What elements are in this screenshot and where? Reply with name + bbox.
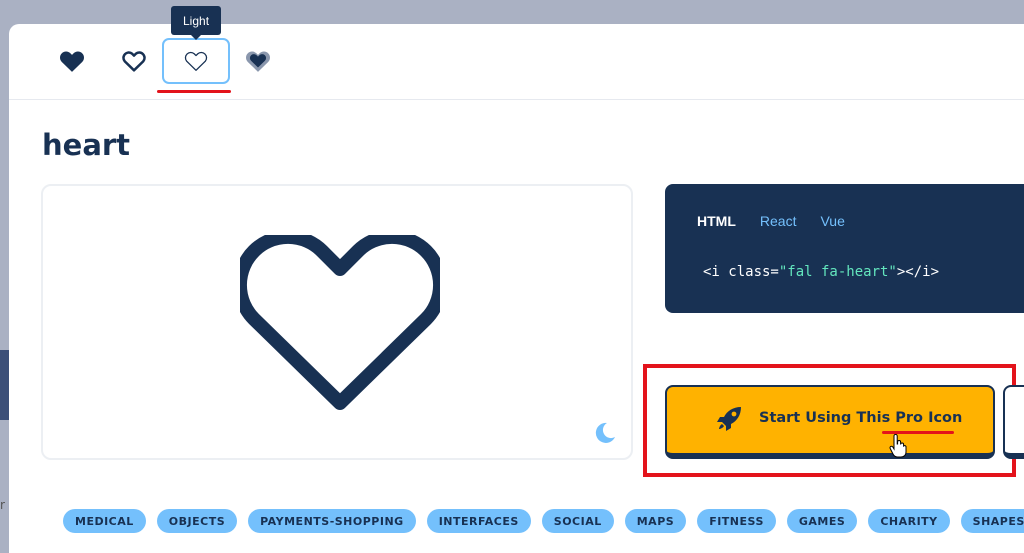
code-snippet[interactable]: <i class="fal fa-heart"></i> xyxy=(703,264,939,280)
tab-vue[interactable]: Vue xyxy=(820,213,844,229)
background-panel-strip xyxy=(0,350,9,420)
style-tooltip: Light xyxy=(171,6,222,40)
moon-icon[interactable] xyxy=(593,421,617,445)
style-highlight-underline xyxy=(157,90,231,93)
tag-fitness[interactable]: FITNESS xyxy=(697,509,776,533)
heart-solid-icon xyxy=(60,51,84,72)
heart-light-icon xyxy=(240,235,440,410)
icon-detail-modal: heart HTML React Vue <i class="fal fa-he… xyxy=(9,24,1024,553)
tag-objects[interactable]: OBJECTS xyxy=(156,509,238,533)
heart-duotone-icon xyxy=(246,51,270,72)
category-tags: MEDICAL OBJECTS PAYMENTS-SHOPPING INTERF… xyxy=(63,509,1024,533)
heart-light-icon xyxy=(184,51,208,71)
start-using-pro-icon-button[interactable]: Start Using This Pro Icon xyxy=(665,385,995,459)
code-snippet-close: ></i> xyxy=(896,264,940,280)
icon-title: heart xyxy=(42,128,131,162)
tag-payments-shopping[interactable]: PAYMENTS-SHOPPING xyxy=(248,509,416,533)
tag-charity[interactable]: CHARITY xyxy=(868,509,950,533)
style-button-regular[interactable] xyxy=(100,38,168,84)
style-switcher xyxy=(9,24,1024,100)
tag-social[interactable]: SOCIAL xyxy=(541,509,614,533)
tag-maps[interactable]: MAPS xyxy=(624,509,687,533)
tag-medical[interactable]: MEDICAL xyxy=(63,509,146,533)
cta-label: Start Using This Pro Icon xyxy=(759,410,963,426)
background-text-fragment: r xyxy=(0,498,5,512)
tag-games[interactable]: GAMES xyxy=(786,509,858,533)
tab-react[interactable]: React xyxy=(760,213,797,229)
code-tabs: HTML React Vue xyxy=(697,213,845,229)
heart-regular-icon xyxy=(122,51,146,72)
tag-shapes[interactable]: SHAPES xyxy=(960,509,1024,533)
code-snippet-open: <i class= xyxy=(703,264,779,280)
tab-html[interactable]: HTML xyxy=(697,213,736,229)
style-button-duotone[interactable] xyxy=(224,38,292,84)
style-button-light[interactable] xyxy=(162,38,230,84)
code-snippet-class: "fal fa-heart" xyxy=(778,264,897,280)
hand-pointer-cursor-icon xyxy=(889,434,907,458)
code-snippet-panel: HTML React Vue <i class="fal fa-heart"><… xyxy=(665,184,1024,313)
tag-interfaces[interactable]: INTERFACES xyxy=(426,509,531,533)
rocket-icon xyxy=(717,407,741,431)
style-button-solid[interactable] xyxy=(38,38,106,84)
icon-preview xyxy=(41,184,633,460)
secondary-action-button[interactable] xyxy=(1003,385,1024,459)
